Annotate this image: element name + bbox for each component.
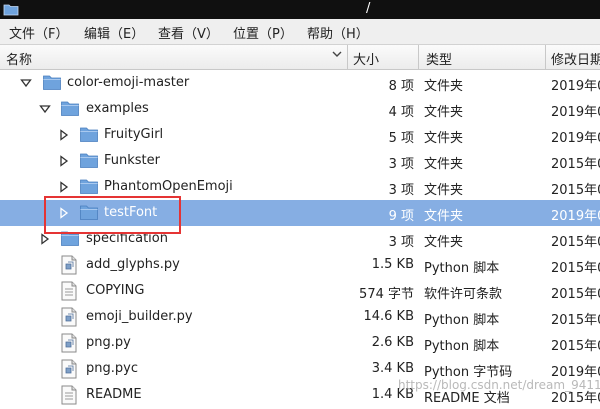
column-type[interactable]: 类型 (426, 49, 452, 68)
column-separator[interactable] (418, 45, 419, 69)
folder-row[interactable]: FruityGirl 5 项文件夹 2019年01 (0, 122, 600, 148)
expander-down-icon[interactable] (39, 103, 51, 119)
file-date: 2019年01 (551, 131, 600, 146)
menu-bar: 文件（F） 编辑（E） 查看（V） 位置（P） 帮助（H） (0, 19, 600, 45)
folder-icon (79, 151, 99, 173)
file-type: Python 脚本 (424, 261, 500, 276)
text-file-icon (60, 385, 78, 409)
file-type: Python 脚本 (424, 313, 500, 328)
file-row[interactable]: COPYING 574 字节软件许可条款 2015年06 (0, 278, 600, 304)
file-name: Funkster (104, 153, 160, 168)
column-date[interactable]: 修改日期 (551, 49, 600, 68)
file-type: 文件夹 (424, 131, 464, 146)
menu-edit[interactable]: 编辑（E） (84, 23, 144, 42)
folder-icon (42, 73, 62, 95)
expander-down-icon[interactable] (20, 77, 32, 93)
file-size: 4 项 (388, 105, 414, 120)
file-date: 2015年06 (551, 339, 600, 354)
python-script-icon (60, 255, 78, 279)
file-size: 2.6 KB (371, 335, 414, 350)
file-row[interactable]: add_glyphs.py 1.5 KB Python 脚本 2015年06 (0, 252, 600, 278)
column-size[interactable]: 大小 (353, 49, 379, 68)
file-size: 574 字节 (359, 287, 414, 302)
file-date: 2015年06 (551, 157, 600, 172)
file-name: README (86, 387, 142, 402)
column-name[interactable]: 名称 (6, 49, 32, 68)
python-script-icon (60, 359, 78, 383)
file-row[interactable]: png.py 2.6 KB Python 脚本 2015年06 (0, 330, 600, 356)
file-size: 5 项 (388, 131, 414, 146)
file-date: 2015年06 (551, 287, 600, 302)
file-name: color-emoji-master (67, 75, 190, 90)
file-name: png.pyc (86, 361, 138, 376)
file-name: examples (86, 101, 149, 116)
file-date: 2015年06 (551, 313, 600, 328)
file-type: 文件夹 (424, 235, 464, 250)
highlight-box (44, 196, 181, 234)
column-header: 名称 大小 类型 修改日期 (0, 45, 600, 70)
file-name: PhantomOpenEmoji (104, 179, 233, 194)
file-size: 9 项 (388, 209, 414, 224)
folder-row[interactable]: Funkster 3 项文件夹 2015年06 (0, 148, 600, 174)
file-date: 2015年06 (551, 261, 600, 276)
file-type: 文件夹 (424, 157, 464, 172)
file-date: 2019年01 (551, 209, 600, 224)
file-name: COPYING (86, 283, 145, 298)
python-script-icon (60, 333, 78, 357)
file-size: 8 项 (388, 79, 414, 94)
file-size: 3 项 (388, 235, 414, 250)
menu-view[interactable]: 查看（V） (158, 23, 219, 42)
menu-help[interactable]: 帮助（H） (307, 23, 369, 42)
file-row[interactable]: emoji_builder.py 14.6 KB Python 脚本 2015年06 (0, 304, 600, 330)
file-date: 2019年01 (551, 79, 600, 94)
text-file-icon (60, 281, 78, 305)
file-size: 3 项 (388, 183, 414, 198)
folder-row[interactable]: color-emoji-master 8 项文件夹 2019年01 (0, 70, 600, 96)
sort-chevron-down-icon[interactable] (331, 47, 343, 61)
expander-right-icon[interactable] (58, 181, 70, 197)
menu-file[interactable]: 文件（F） (9, 23, 68, 42)
file-size: 3.4 KB (371, 361, 414, 376)
file-type: 文件夹 (424, 79, 464, 94)
file-name: add_glyphs.py (86, 257, 180, 272)
folder-icon (3, 4, 19, 16)
file-type: 软件许可条款 (424, 287, 503, 302)
folder-icon (60, 99, 80, 121)
file-name: FruityGirl (104, 127, 164, 142)
folder-row[interactable]: examples 4 项文件夹 2019年01 (0, 96, 600, 122)
file-size: 3 项 (388, 157, 414, 172)
expander-right-icon[interactable] (39, 233, 51, 249)
window-title: / (366, 1, 371, 16)
file-name: emoji_builder.py (86, 309, 193, 324)
watermark: https://blog.csdn.net/dream_9411 (398, 378, 600, 392)
file-list: color-emoji-master8 项文件夹2019年01examples4… (0, 70, 600, 406)
file-type: 文件夹 (424, 183, 464, 198)
file-type: Python 脚本 (424, 339, 500, 354)
file-date: 2015年06 (551, 183, 600, 198)
file-date: 2015年06 (551, 235, 600, 250)
python-script-icon (60, 307, 78, 331)
file-type: 文件夹 (424, 209, 464, 224)
file-date: 2019年01 (551, 105, 600, 120)
file-size: 1.5 KB (371, 257, 414, 272)
column-separator[interactable] (545, 45, 546, 69)
file-type: 文件夹 (424, 105, 464, 120)
file-name: png.py (86, 335, 131, 350)
file-size: 14.6 KB (363, 309, 414, 324)
title-bar: / (0, 0, 600, 19)
folder-icon (79, 125, 99, 147)
menu-location[interactable]: 位置（P） (233, 23, 293, 42)
expander-right-icon[interactable] (58, 155, 70, 171)
column-separator[interactable] (347, 45, 348, 69)
expander-right-icon[interactable] (58, 129, 70, 145)
